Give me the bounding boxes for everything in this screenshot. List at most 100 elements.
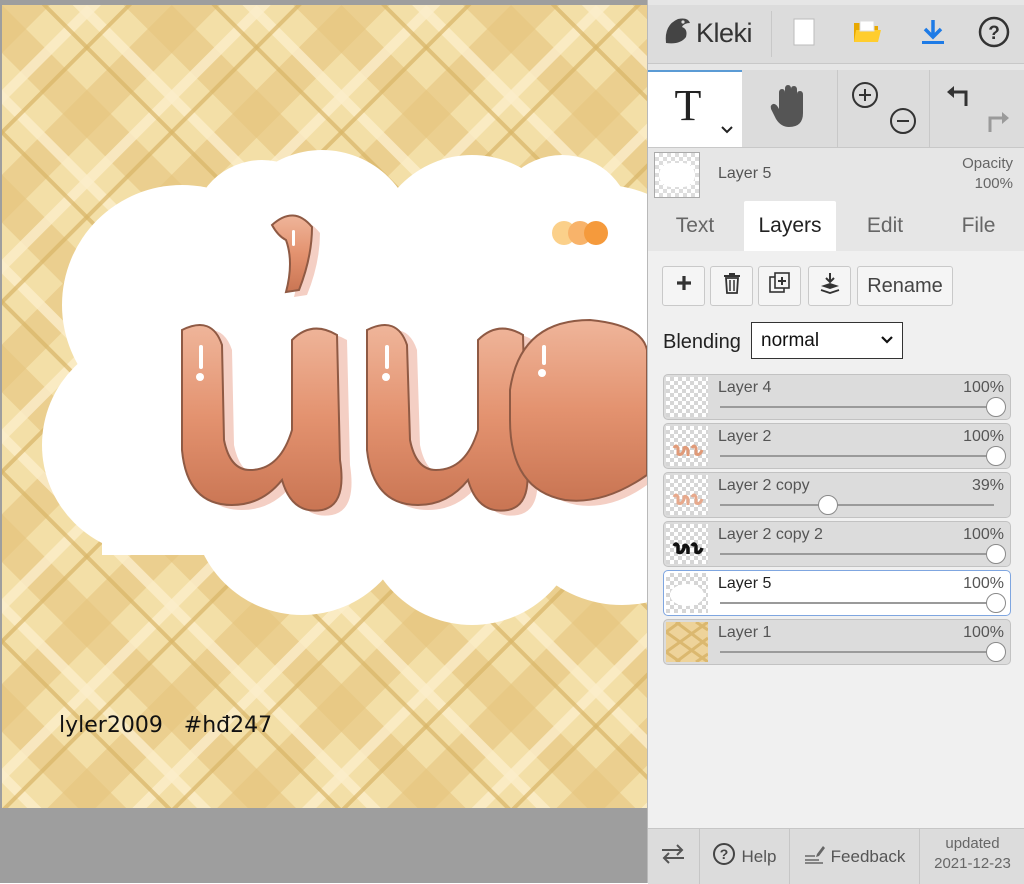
opacity-slider-knob[interactable]	[986, 593, 1006, 613]
hand-tool-icon	[769, 83, 809, 134]
zoom-controls	[838, 70, 928, 147]
layer-row-selected[interactable]: Layer 5 100%	[663, 570, 1011, 616]
swap-arrows-icon	[660, 843, 686, 870]
layer-row[interactable]: Layer 2 copy 2 100%	[663, 521, 1011, 567]
layer-name: Layer 2	[718, 428, 772, 445]
chevron-down-icon[interactable]	[720, 122, 734, 138]
history-controls	[930, 70, 1024, 147]
layer-name: Layer 4	[718, 379, 772, 396]
hand-tool-button[interactable]	[742, 70, 836, 147]
plus-icon	[675, 274, 693, 298]
rename-layer-button[interactable]: Rename	[857, 266, 953, 306]
layer-opacity: 100%	[963, 526, 1004, 543]
current-layer-name: Layer 5	[718, 165, 772, 182]
text-tool-icon: T	[674, 81, 702, 130]
blending-label: Blending	[663, 331, 741, 353]
opacity-value: 100%	[974, 175, 1013, 192]
layer-thumbnail	[666, 622, 708, 662]
layer-name: Layer 2 copy	[718, 477, 810, 494]
opacity-slider-knob[interactable]	[817, 495, 838, 515]
layers-panel: Rename Blending normal Layer 4 100% Laye…	[648, 251, 1024, 828]
merge-down-icon	[819, 272, 841, 300]
opacity-slider-knob[interactable]	[986, 544, 1006, 564]
signature-text: lyler2009 #hđ247	[59, 713, 273, 738]
layer-opacity: 100%	[963, 379, 1004, 396]
current-layer-thumbnail	[654, 152, 700, 198]
opacity-slider-track[interactable]	[720, 504, 994, 506]
layer-opacity: 100%	[963, 624, 1004, 641]
help-button[interactable]: ?	[973, 13, 1015, 55]
layer-opacity: 39%	[971, 477, 1004, 494]
tool-row: T	[648, 70, 1024, 148]
tab-bar: Text Layers Edit File	[648, 201, 1024, 252]
layer-thumbnail	[666, 377, 708, 417]
opacity-slider-track[interactable]	[720, 455, 994, 457]
zoom-out-icon[interactable]	[888, 106, 918, 141]
help-label: Help	[741, 846, 777, 866]
current-layer-opacity: Opacity 100%	[962, 154, 1013, 194]
layer-opacity: 100%	[963, 428, 1004, 445]
download-icon	[920, 18, 946, 51]
feedback-link[interactable]: Feedback	[790, 829, 918, 884]
add-layer-button[interactable]	[662, 266, 705, 306]
top-bar: Kleki ?	[648, 5, 1024, 64]
artwork-svg	[2, 5, 647, 808]
opacity-slider-knob[interactable]	[986, 397, 1006, 417]
sidebar: Kleki ? T Layer 5 Opacity 100% Text Laye…	[647, 0, 1024, 884]
opacity-slider-track[interactable]	[720, 406, 994, 408]
trash-icon	[722, 272, 742, 300]
layer-row[interactable]: Layer 2 100%	[663, 423, 1011, 469]
duplicate-layer-button[interactable]	[758, 266, 801, 306]
chevron-down-icon	[880, 332, 894, 348]
updated-date: 2021-12-23	[934, 855, 1011, 872]
artwork-canvas[interactable]: lyler2009 #hđ247	[2, 5, 647, 808]
zoom-in-icon[interactable]	[850, 80, 880, 115]
tab-layers[interactable]: Layers	[744, 201, 836, 251]
layer-thumbnail	[666, 573, 708, 613]
swap-sides-button[interactable]	[648, 829, 698, 884]
layer-thumbnail	[666, 426, 708, 466]
layer-row[interactable]: Layer 4 100%	[663, 374, 1011, 420]
open-button[interactable]	[846, 13, 888, 55]
kleki-logo-icon	[662, 15, 692, 52]
tab-file[interactable]: File	[932, 201, 1024, 251]
layer-row[interactable]: Layer 1 100%	[663, 619, 1011, 665]
undo-icon[interactable]	[944, 82, 972, 115]
opacity-slider-knob[interactable]	[986, 446, 1006, 466]
feedback-pen-icon	[803, 844, 825, 869]
help-link[interactable]: ? Help	[700, 829, 788, 884]
svg-text:?: ?	[988, 23, 1000, 44]
download-button[interactable]	[912, 13, 954, 55]
blending-select[interactable]: normal	[751, 322, 903, 359]
duplicate-icon	[768, 272, 791, 300]
opacity-slider-track[interactable]	[720, 651, 994, 653]
delete-layer-button[interactable]	[710, 266, 753, 306]
svg-text:?: ?	[719, 846, 728, 862]
opacity-slider-track[interactable]	[720, 602, 994, 604]
logo-text: Kleki	[696, 17, 753, 48]
tab-text[interactable]: Text	[648, 201, 742, 251]
updated-label: updated	[945, 835, 1000, 852]
help-circle-icon: ?	[978, 16, 1010, 53]
merge-down-button[interactable]	[808, 266, 851, 306]
help-circle-icon: ?	[712, 842, 736, 871]
updated-info[interactable]: updated 2021-12-23	[920, 834, 1024, 874]
layer-name: Layer 2 copy 2	[718, 526, 823, 543]
footer-bar: ? Help Feedback updated 2021-12-23	[648, 828, 1024, 884]
layer-opacity: 100%	[963, 575, 1004, 592]
text-tool-button[interactable]: T	[648, 70, 742, 147]
current-layer-preview: Layer 5 Opacity 100%	[648, 148, 1024, 200]
opacity-slider-track[interactable]	[720, 553, 994, 555]
new-file-icon	[793, 18, 815, 51]
layer-thumbnail	[666, 524, 708, 564]
opacity-slider-knob[interactable]	[986, 642, 1006, 662]
layer-thumbnail	[666, 475, 708, 515]
new-file-button[interactable]	[783, 13, 825, 55]
opacity-label: Opacity	[962, 155, 1013, 172]
redo-icon[interactable]	[984, 108, 1012, 141]
open-folder-icon	[852, 19, 882, 50]
tab-edit[interactable]: Edit	[838, 201, 932, 251]
canvas-area[interactable]: lyler2009 #hđ247	[0, 0, 647, 883]
layer-row[interactable]: Layer 2 copy 39%	[663, 472, 1011, 518]
kleki-logo[interactable]: Kleki	[662, 15, 753, 52]
